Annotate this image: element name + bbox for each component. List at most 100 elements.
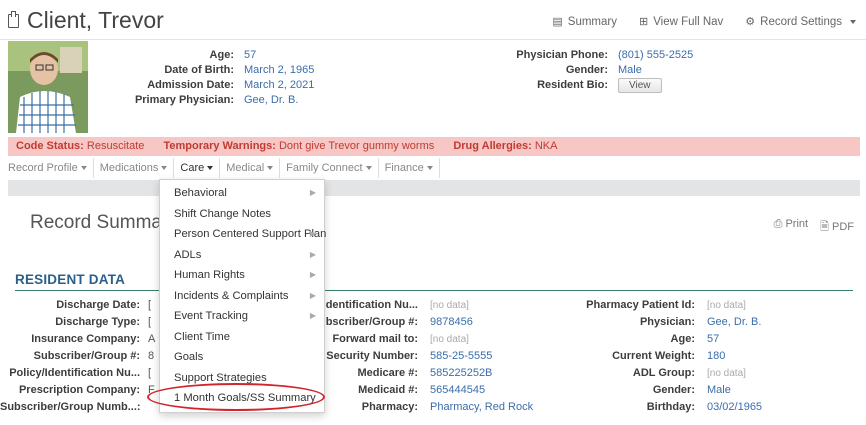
nav-label: Medical <box>226 162 265 174</box>
subscriber-group-value: 9878456 <box>430 316 473 328</box>
menu-item-event-tracking[interactable]: Event Tracking ▶ <box>160 306 324 327</box>
gender-label: Gender: <box>652 384 695 396</box>
data-row: Pharmacy Patient Id: [no data] <box>560 297 762 314</box>
code-status-value: Resuscitate <box>86 140 145 152</box>
chevron-down-icon <box>267 166 274 171</box>
care-dropdown-menu: Behavioral ▶ Shift Change Notes Person Ce… <box>159 179 327 413</box>
nav-label: Finance <box>384 162 424 174</box>
menu-item-support-strategies[interactable]: Support Strategies <box>160 368 324 389</box>
data-row: Subscriber/Group #: <box>0 348 140 365</box>
gender-label: Gender: <box>565 64 608 76</box>
nav-finance[interactable]: Finance <box>379 158 440 178</box>
summary-link[interactable]: ▤ Summary <box>552 15 617 29</box>
chevron-down-icon <box>850 19 856 24</box>
nav-label: Family Connect <box>286 162 363 174</box>
menu-item-shift-change-notes[interactable]: Shift Change Notes <box>160 204 324 225</box>
nav-label: Record Profile <box>8 162 78 174</box>
physician-label: Physician: <box>639 316 695 328</box>
data-row: ADL Group: [no data] <box>560 365 762 382</box>
client-photo <box>8 41 88 133</box>
pharmacy-patient-id-value: [no data] <box>707 300 746 311</box>
pharmacy-value: Pharmacy, Red Rock <box>430 401 534 413</box>
resident-data-col3: Pharmacy Patient Id: [no data] Physician:… <box>560 297 762 416</box>
client-name: Client, Trevor <box>27 7 164 33</box>
view-full-nav-label: View Full Nav <box>653 15 724 28</box>
demo-row: Date of Birth: March 2, 1965 <box>100 63 314 78</box>
nav-record-profile[interactable]: Record Profile <box>8 158 94 178</box>
record-settings-label: Record Settings <box>760 15 842 28</box>
data-row: Gender: Male <box>560 382 762 399</box>
medicaid-value: 565444545 <box>430 384 486 396</box>
print-button[interactable]: ⎙ Print <box>774 218 809 237</box>
demo-row: Gender: Male <box>460 63 693 78</box>
menu-item-incidents-complaints[interactable]: Incidents & Complaints ▶ <box>160 286 324 307</box>
data-row: Discharge Date: <box>0 297 140 314</box>
subscriber-group-label: Subscriber/Group #: <box>33 350 140 362</box>
demo-row: Age: 57 <box>100 48 314 63</box>
record-summary-title: Record Summary <box>30 212 178 233</box>
nav-label: Care <box>180 162 205 174</box>
menu-item-label: Client Time <box>174 330 230 343</box>
current-weight-label: Current Weight: <box>612 350 695 362</box>
temporary-warnings-value: Dont give Trevor gummy worms <box>278 140 435 152</box>
chevron-right-icon: ▶ <box>309 311 316 320</box>
gear-icon: ⚙ <box>745 16 756 28</box>
birthday-value: 03/02/1965 <box>707 401 763 413</box>
menu-item-person-centered-support-plan[interactable]: Person Centered Support Plan ▶ <box>160 224 327 245</box>
admission-date-label: Admission Date: <box>147 79 234 91</box>
resident-data-col1-values: [ [ A 8 [ F <box>148 297 155 399</box>
data-row: Physician: Gee, Dr. B. <box>560 314 762 331</box>
menu-item-label: Human Rights <box>174 269 245 281</box>
nav-family-connect[interactable]: Family Connect <box>280 158 379 178</box>
chevron-right-icon: ▶ <box>309 249 316 259</box>
summary-link-label: Summary <box>567 15 617 28</box>
menu-item-label: ADLs <box>174 248 202 261</box>
temporary-warnings-label: Temporary Warnings: <box>163 140 276 152</box>
summary-icon: ▤ <box>552 16 563 28</box>
menu-item-1-month-goals-summary[interactable]: 1 Month Goals/SS Summary <box>160 388 324 409</box>
pdf-button[interactable]: 🗎 PDF <box>820 218 854 237</box>
section-divider <box>15 290 853 291</box>
subscriber-group-number-label: Subscriber/Group Numb...: <box>0 401 141 413</box>
menu-item-label: Goals <box>174 351 204 363</box>
nav-medications[interactable]: Medications <box>94 158 175 178</box>
partial-value: [ <box>148 299 152 311</box>
birthday-label: Birthday: <box>646 401 695 413</box>
prescription-company-label: Prescription Company: <box>18 384 140 396</box>
resident-data-col1: Discharge Date: Discharge Type: Insuranc… <box>0 297 141 416</box>
age-value: 57 <box>244 49 257 61</box>
demographics-left: Age: 57 Date of Birth: March 2, 1965 Admis… <box>100 48 314 108</box>
record-settings-dropdown[interactable]: ⚙ Record Settings <box>745 15 856 28</box>
printer-icon: ⎙ <box>773 218 783 230</box>
header-links: ▤ Summary ⊞ View Full Nav ⚙ Record Setti… <box>552 15 856 28</box>
menu-item-label: Support Strategies <box>174 371 267 384</box>
clipboard-icon <box>8 10 19 28</box>
gender-value: Male <box>618 64 642 76</box>
data-row: Insurance Company: <box>0 331 140 348</box>
menu-item-adls[interactable]: ADLs ▶ <box>160 245 324 266</box>
view-full-nav-link[interactable]: ⊞ View Full Nav <box>639 15 724 29</box>
menu-item-client-time[interactable]: Client Time <box>160 327 324 348</box>
current-weight-value: 180 <box>707 350 726 362</box>
admission-date-value: March 2, 2021 <box>244 79 315 91</box>
chevron-right-icon: ▶ <box>309 270 316 279</box>
page-title: Client, Trevor <box>8 7 164 34</box>
gender-value: Male <box>707 384 731 396</box>
toolbar-strip <box>8 180 860 196</box>
age-label: Age: <box>670 333 695 345</box>
menu-item-human-rights[interactable]: Human Rights ▶ <box>160 265 324 286</box>
drug-allergies-value: NKA <box>534 140 558 152</box>
menu-item-behavioral[interactable]: Behavioral ▶ <box>160 183 324 204</box>
menu-item-label: Event Tracking <box>174 310 248 322</box>
data-row: Subscriber/Group Numb...: <box>0 399 141 416</box>
partial-value: [ <box>148 367 152 379</box>
menu-item-goals[interactable]: Goals <box>160 347 324 368</box>
data-row: Discharge Type: <box>0 314 140 331</box>
physician-phone-label: Physician Phone: <box>516 49 608 61</box>
menu-item-label: Person Centered Support Plan <box>174 228 327 240</box>
menu-item-label: Incidents & Complaints <box>174 289 289 302</box>
nav-medical[interactable]: Medical <box>220 158 281 178</box>
view-bio-button[interactable]: View <box>618 78 662 93</box>
policy-id-value: [no data] <box>430 300 469 311</box>
nav-care[interactable]: Care <box>174 158 221 178</box>
